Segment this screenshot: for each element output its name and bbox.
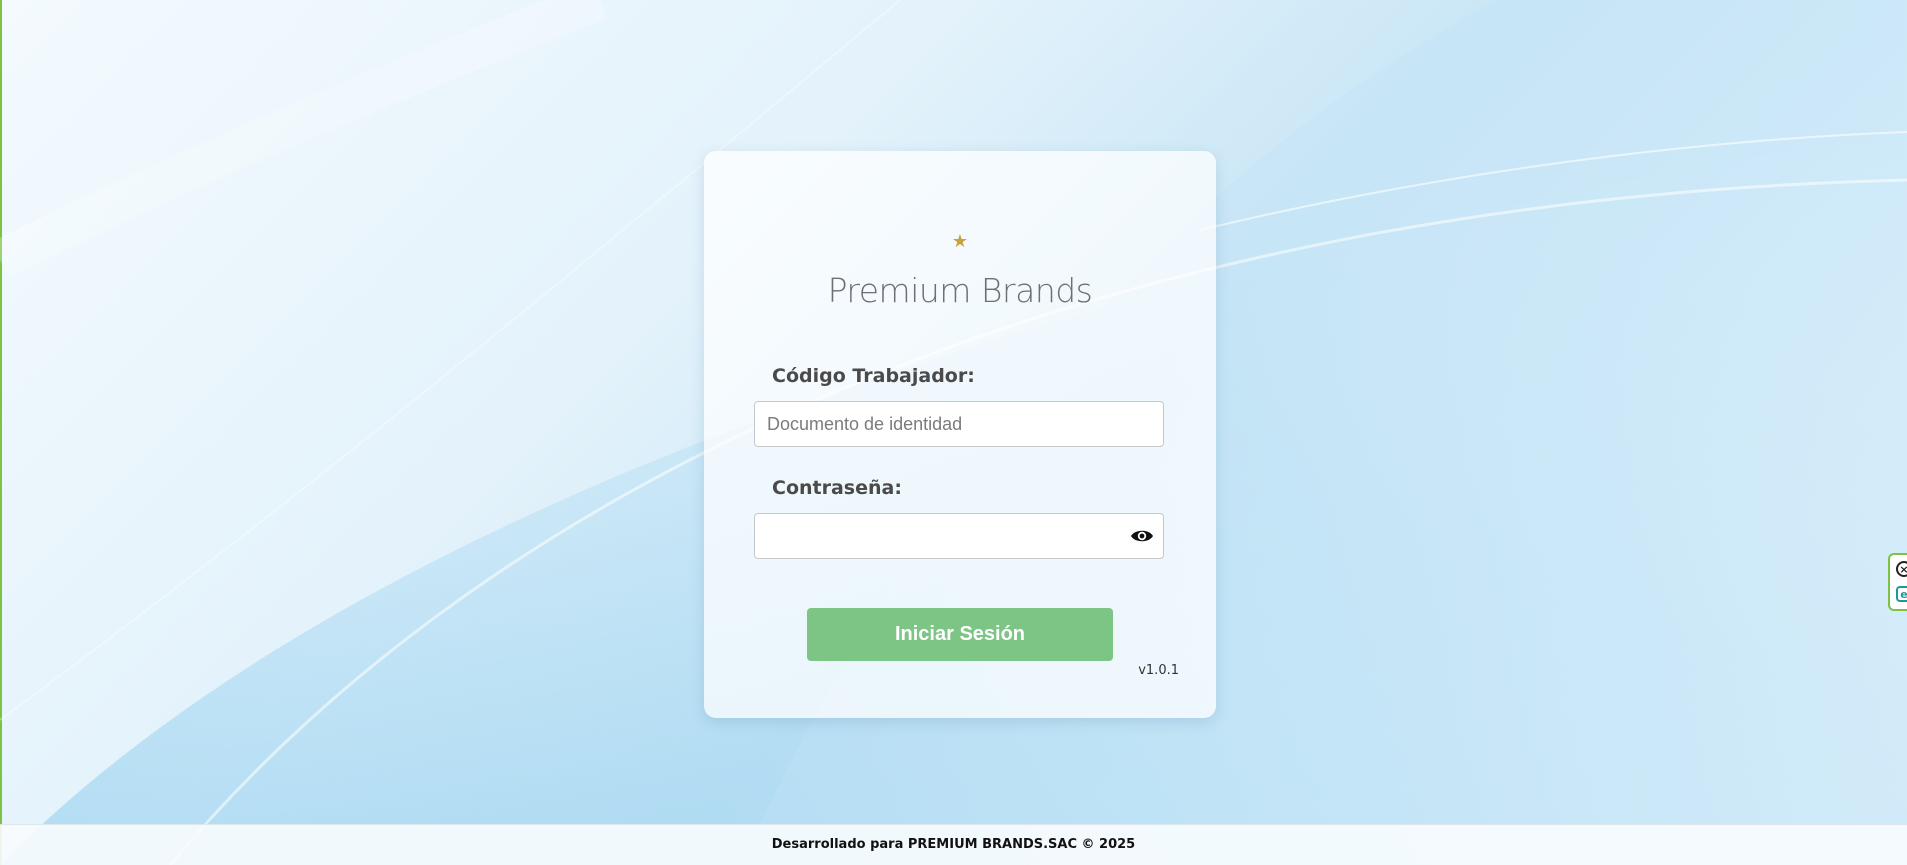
- edit-icon[interactable]: e: [1896, 586, 1907, 602]
- brand-logo: ★ Premium Brands: [704, 231, 1216, 311]
- close-icon[interactable]: ×: [1896, 561, 1907, 577]
- password-label: Contraseña:: [772, 477, 902, 499]
- star-icon: ★: [951, 231, 969, 251]
- eye-icon[interactable]: [1130, 527, 1154, 545]
- login-button[interactable]: Iniciar Sesión: [807, 608, 1113, 661]
- version-label: v1.0.1: [1138, 663, 1179, 678]
- side-widget: × e: [1888, 553, 1907, 611]
- user-code-label: Código Trabajador:: [772, 365, 975, 387]
- login-card: ★ Premium Brands Código Trabajador: Cont…: [704, 151, 1216, 718]
- password-input[interactable]: [754, 513, 1164, 559]
- footer: Desarrollado para PREMIUM BRANDS.SAC © 2…: [0, 824, 1907, 865]
- user-code-input[interactable]: [754, 401, 1164, 447]
- brand-name: Premium Brands: [827, 271, 1093, 310]
- footer-text: Desarrollado para PREMIUM BRANDS.SAC © 2…: [771, 837, 1136, 852]
